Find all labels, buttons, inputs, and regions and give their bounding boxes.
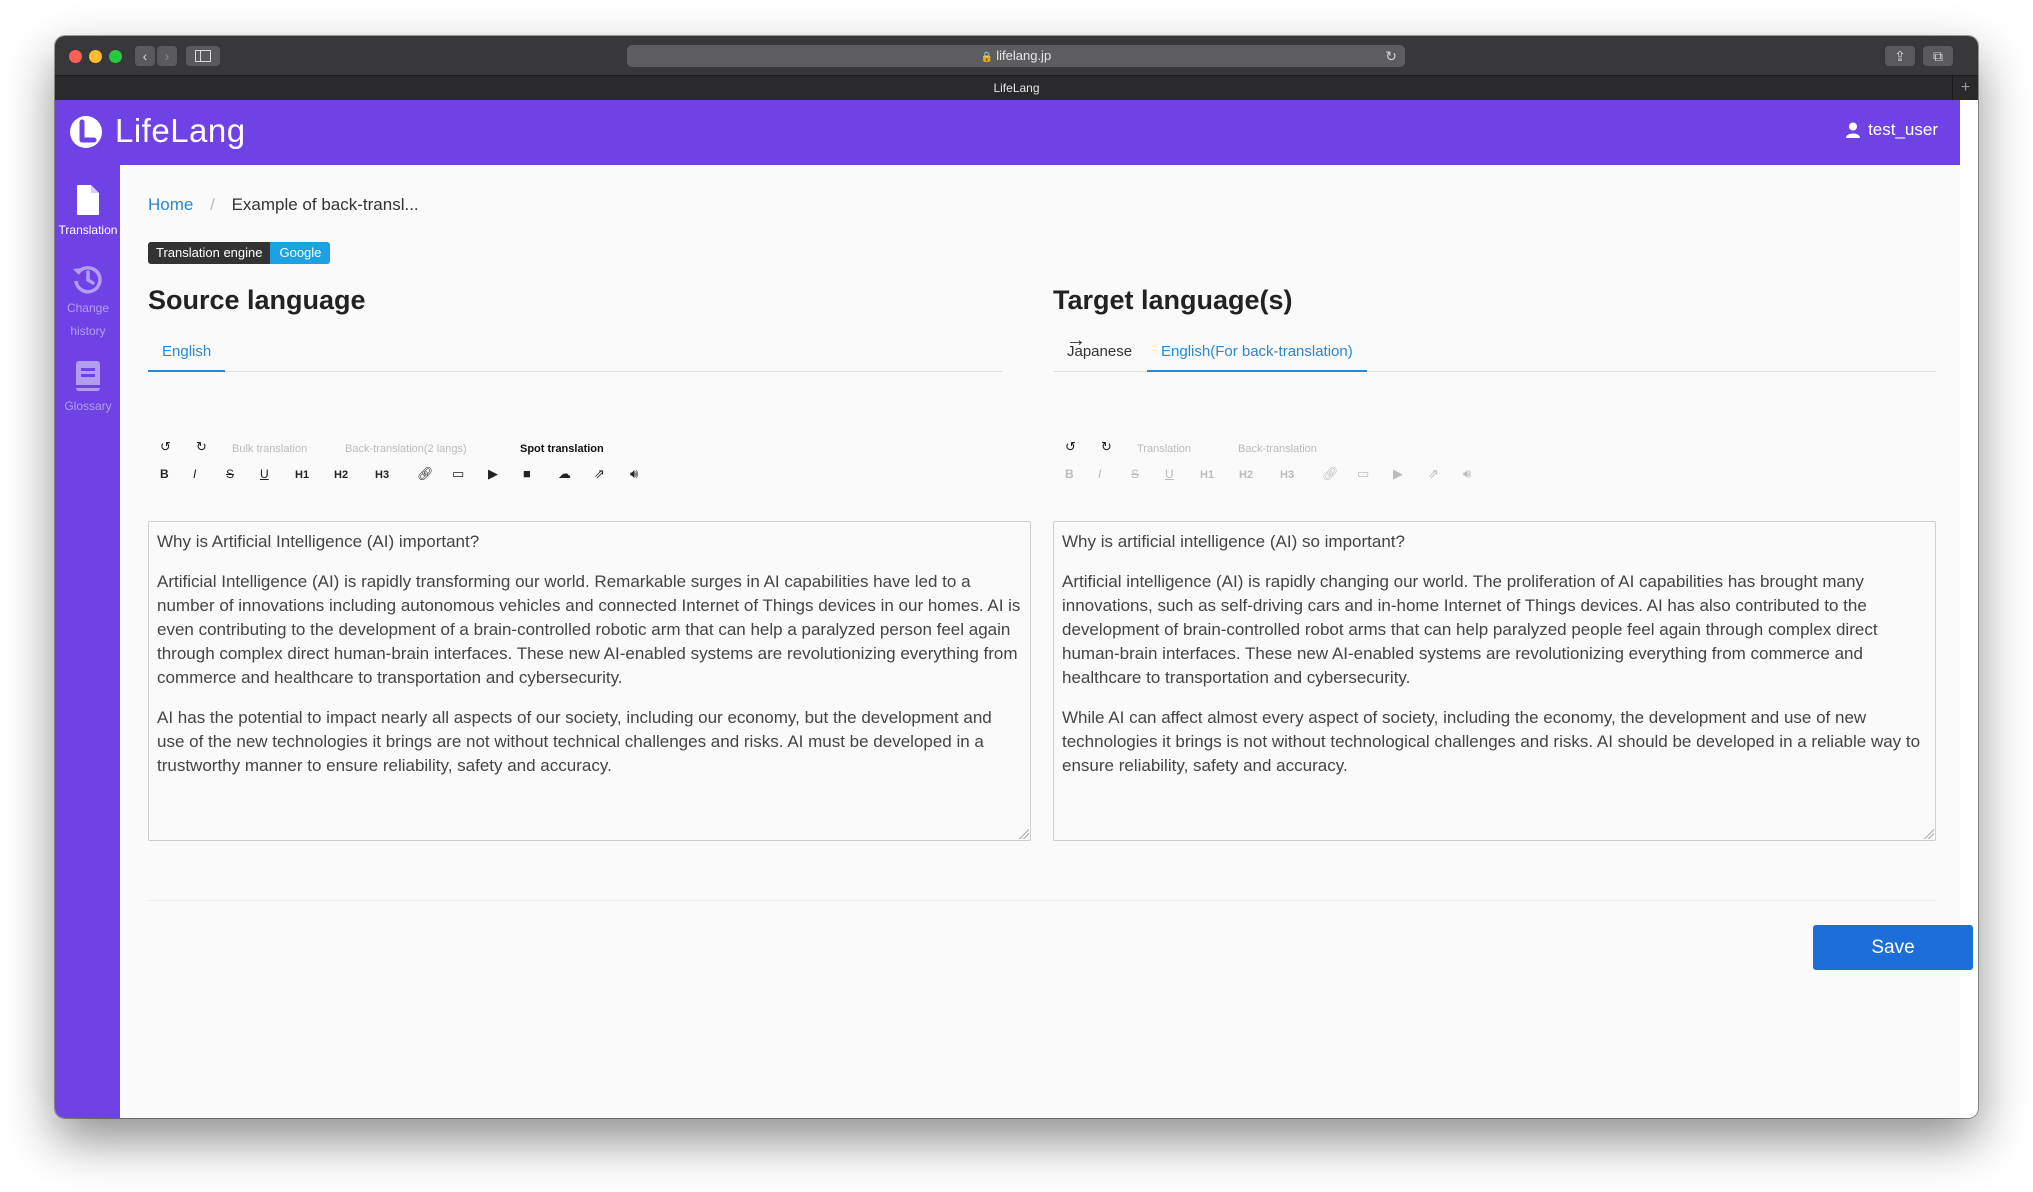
browser-tab[interactable]: LifeLang +	[55, 76, 1978, 100]
back-translation-button[interactable]: Back-translation	[1238, 443, 1317, 455]
tab-target-english-back[interactable]: English(For back-translation)	[1147, 335, 1367, 372]
breadcrumb: Home / Example of back-transl...	[148, 195, 419, 215]
sidebar-item-translation[interactable]: Translation	[55, 185, 121, 242]
spot-translation-button[interactable]: Spot translation	[520, 443, 604, 455]
tab-target-japanese[interactable]: Japanese	[1053, 335, 1146, 372]
target-tabs: Japanese English(For back-translation)	[1053, 335, 1936, 372]
close-window-button[interactable]	[69, 50, 82, 63]
underline-button[interactable]: U	[260, 467, 269, 481]
browser-titlebar: ‹ › 🔒 lifelang.jp ↻ ⇪ ⧉	[55, 36, 1978, 76]
underline-button[interactable]: U	[1165, 467, 1174, 481]
user-menu[interactable]: test_user	[1846, 120, 1938, 140]
history-icon	[73, 265, 102, 294]
source-tabs: English	[148, 335, 1003, 372]
source-editor[interactable]: Why is Artificial Intelligence (AI) impo…	[148, 521, 1031, 841]
redo-icon[interactable]: ↻	[1101, 439, 1112, 455]
undo-icon[interactable]: ↺	[160, 439, 171, 455]
redo-icon[interactable]: ↻	[196, 439, 207, 455]
h1-button[interactable]: H1	[1200, 469, 1214, 481]
tabs-overview-icon[interactable]: ⧉	[1923, 46, 1953, 66]
sidebar: Translation Change history Glossary	[55, 165, 120, 1118]
lifelang-logo-icon[interactable]	[69, 115, 103, 149]
sidebar-item-label: Glossary	[64, 399, 112, 413]
share-icon[interactable]: ⇗	[594, 466, 605, 482]
tab-source-english[interactable]: English	[148, 335, 226, 372]
new-tab-icon[interactable]: +	[1952, 76, 1978, 100]
url-text: lifelang.jp	[996, 48, 1052, 63]
source-paragraph: Artificial Intelligence (AI) is rapidly …	[157, 572, 1021, 687]
back-icon[interactable]: ‹	[135, 46, 155, 66]
address-bar[interactable]: 🔒 lifelang.jp ↻	[627, 45, 1405, 67]
browser-tab-title: LifeLang	[993, 81, 1040, 95]
audio-icon[interactable]: 🔊︎	[630, 466, 638, 482]
reload-icon[interactable]: ↻	[1385, 45, 1397, 67]
video-icon[interactable]: ■	[523, 466, 531, 481]
translation-button[interactable]: Translation	[1137, 443, 1191, 455]
username: test_user	[1868, 120, 1938, 139]
link-icon[interactable]: 🔗︎	[1322, 466, 1339, 482]
forward-icon[interactable]: ›	[157, 46, 177, 66]
target-title: Target language(s)	[1053, 285, 1293, 315]
book-icon	[76, 361, 100, 391]
user-icon	[1846, 122, 1861, 138]
source-title: Source language	[148, 285, 366, 315]
target-editor[interactable]: Why is artificial intelligence (AI) so i…	[1053, 521, 1936, 841]
engine-value: Google	[270, 242, 331, 264]
share-icon[interactable]: ⇪	[1885, 46, 1915, 66]
sidebar-item-label: Translation	[58, 223, 118, 237]
cloud-upload-icon[interactable]: ☁	[558, 466, 571, 482]
minimize-window-button[interactable]	[89, 50, 102, 63]
app-header: LifeLang test_user	[55, 100, 1960, 165]
target-paragraph: While AI can affect almost every aspect …	[1062, 708, 1921, 775]
breadcrumb-home-link[interactable]: Home	[148, 195, 193, 214]
divider	[148, 900, 1937, 901]
h1-button[interactable]: H1	[295, 469, 309, 481]
zoom-window-button[interactable]	[109, 50, 122, 63]
main-content: Home / Example of back-transl... Transla…	[120, 165, 1973, 1118]
strikethrough-button[interactable]: S	[226, 467, 234, 481]
youtube-icon[interactable]: ▶	[1393, 466, 1403, 482]
share-icon[interactable]: ⇗	[1428, 466, 1439, 482]
bold-button[interactable]: B	[160, 467, 169, 481]
save-button[interactable]: Save	[1813, 925, 1973, 970]
sidebar-item-label: Change history	[66, 301, 110, 338]
engine-label: Translation engine	[148, 242, 271, 264]
source-paragraph: Why is Artificial Intelligence (AI) impo…	[157, 532, 480, 551]
file-icon	[77, 185, 99, 215]
source-paragraph: AI has the potential to impact nearly al…	[157, 708, 992, 775]
image-icon[interactable]: ▭	[1357, 466, 1369, 482]
italic-button[interactable]: I	[193, 467, 196, 481]
translation-engine-badge: Translation engine Google	[148, 242, 331, 264]
h3-button[interactable]: H3	[1280, 469, 1294, 481]
app-name[interactable]: LifeLang	[115, 112, 246, 150]
undo-icon[interactable]: ↺	[1065, 439, 1076, 455]
strikethrough-button[interactable]: S	[1131, 467, 1139, 481]
bold-button[interactable]: B	[1065, 467, 1074, 481]
resize-handle[interactable]	[1019, 829, 1029, 839]
h2-button[interactable]: H2	[334, 469, 348, 481]
target-paragraph: Why is artificial intelligence (AI) so i…	[1062, 532, 1405, 551]
youtube-icon[interactable]: ▶	[488, 466, 498, 482]
link-icon[interactable]: 🔗︎	[417, 466, 434, 482]
resize-handle[interactable]	[1924, 829, 1934, 839]
italic-button[interactable]: I	[1098, 467, 1101, 481]
image-icon[interactable]: ▭	[452, 466, 464, 482]
breadcrumb-current: Example of back-transl...	[231, 195, 419, 214]
back-translation-2langs-button[interactable]: Back-translation(2 langs)	[345, 443, 467, 455]
browser-window: ‹ › 🔒 lifelang.jp ↻ ⇪ ⧉ LifeLang + LifeLa…	[55, 36, 1978, 1118]
sidebar-toggle-icon[interactable]	[186, 46, 220, 66]
h2-button[interactable]: H2	[1239, 469, 1253, 481]
bulk-translation-button[interactable]: Bulk translation	[232, 443, 307, 455]
audio-icon[interactable]: 🔊︎	[1463, 466, 1471, 482]
breadcrumb-separator: /	[210, 195, 215, 214]
lock-icon: 🔒	[980, 52, 994, 63]
sidebar-item-glossary[interactable]: Glossary	[55, 361, 121, 418]
h3-button[interactable]: H3	[375, 469, 389, 481]
sidebar-item-history[interactable]: Change history	[55, 263, 121, 343]
target-paragraph: Artificial intelligence (AI) is rapidly …	[1062, 572, 1878, 687]
